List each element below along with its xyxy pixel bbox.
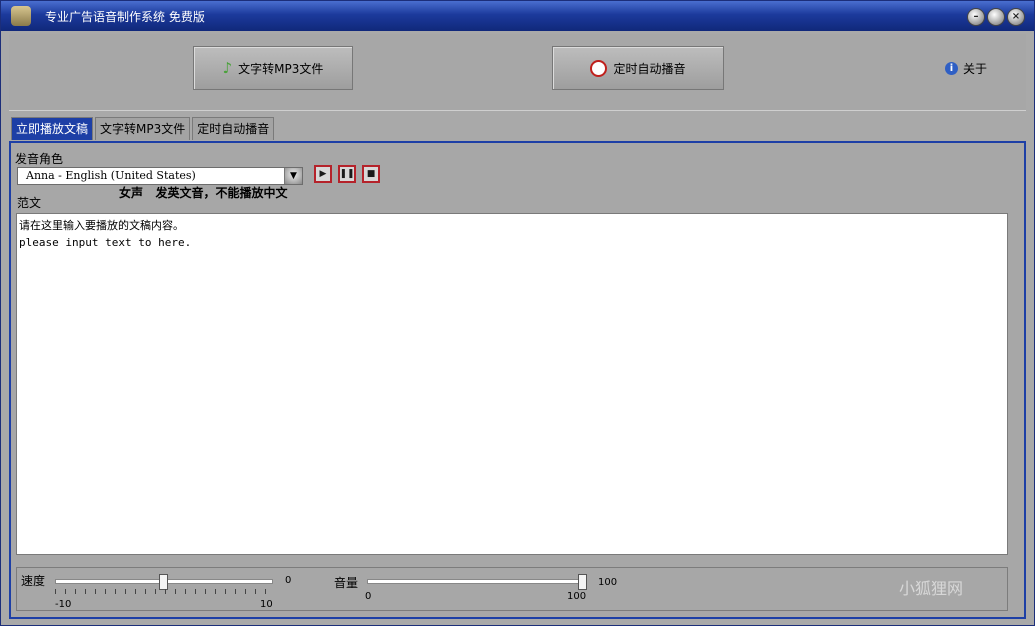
stop-button[interactable]: ■: [362, 165, 380, 183]
speed-value: 0: [285, 575, 292, 586]
script-textarea[interactable]: 请在这里输入要播放的文稿内容。 please input text to her…: [16, 213, 1008, 555]
info-icon: i: [945, 62, 958, 75]
close-button[interactable]: ×: [1007, 8, 1025, 26]
voice-select[interactable]: Anna - English (United States) ▼: [17, 167, 303, 185]
minimize-button[interactable]: –: [967, 8, 985, 26]
text-to-mp3-button[interactable]: ♪ 文字转MP3文件: [193, 46, 353, 90]
tab-timed-broadcast[interactable]: 定时自动播音: [192, 117, 275, 140]
chevron-down-icon[interactable]: ▼: [284, 168, 302, 184]
app-window: 专业广告语音制作系统 免费版 – × ♪ 文字转MP3文件 定时自动播音 i 关…: [0, 0, 1035, 626]
text-to-mp3-label: 文字转MP3文件: [238, 61, 324, 76]
window-title: 专业广告语音制作系统 免费版: [45, 10, 205, 24]
play-button[interactable]: ▶: [314, 165, 332, 183]
volume-max: 100: [567, 591, 587, 602]
speed-max: 10: [260, 599, 273, 610]
play-icon: ▶: [319, 169, 327, 179]
speed-slider-thumb[interactable]: [159, 574, 168, 590]
stop-icon: ■: [366, 169, 376, 179]
tab-text-to-mp3[interactable]: 文字转MP3文件: [95, 117, 191, 140]
pause-icon: ❚❚: [339, 169, 355, 179]
volume-min: 0: [365, 591, 372, 602]
volume-value: 100: [598, 577, 618, 588]
app-icon: [11, 6, 31, 26]
timed-broadcast-button[interactable]: 定时自动播音: [552, 46, 724, 90]
tab-play-now[interactable]: 立即播放文稿: [11, 117, 94, 140]
voice-selected-value: Anna - English (United States): [26, 169, 196, 182]
speed-label: 速度: [21, 574, 46, 588]
tab-bar: 立即播放文稿 文字转MP3文件 定时自动播音: [11, 117, 275, 141]
watermark-logo: 小狐狸网: [899, 579, 964, 598]
volume-label: 音量: [334, 576, 359, 590]
pause-button[interactable]: ❚❚: [338, 165, 356, 183]
toolbar: ♪ 文字转MP3文件 定时自动播音 i 关于: [9, 34, 1026, 111]
speed-min: -10: [55, 599, 72, 610]
music-note-icon: ♪: [222, 59, 233, 77]
maximize-button[interactable]: [987, 8, 1005, 26]
volume-slider-thumb[interactable]: [578, 574, 587, 590]
speed-ticks: [55, 589, 273, 594]
volume-track[interactable]: [367, 579, 585, 584]
timed-broadcast-label: 定时自动播音: [613, 61, 686, 76]
title-bar[interactable]: 专业广告语音制作系统 免费版 – ×: [1, 1, 1034, 31]
alarm-clock-icon: [590, 59, 608, 77]
about-label: 关于: [963, 62, 988, 76]
voice-label: 发音角色: [15, 152, 64, 166]
text-label: 范文: [17, 196, 42, 210]
about-link[interactable]: i 关于: [945, 60, 987, 77]
voice-note: 女声 发英文音，不能播放中文: [119, 186, 288, 200]
